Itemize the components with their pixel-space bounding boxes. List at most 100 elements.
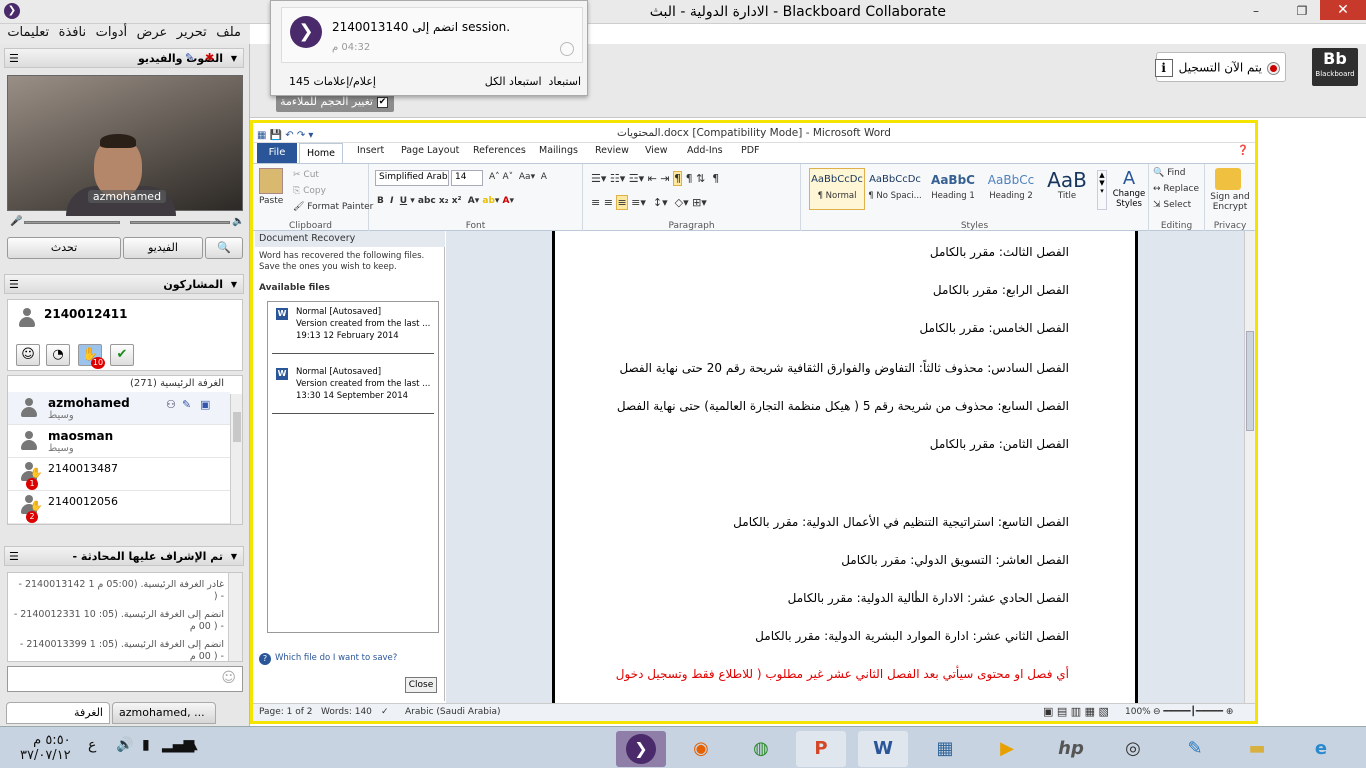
tab-pdf[interactable]: PDF bbox=[741, 145, 760, 156]
speaker-volume-slider[interactable] bbox=[130, 221, 230, 224]
grow-shrink-font-buttons[interactable]: A˄ A˅ Aa▾ A bbox=[489, 172, 547, 182]
emoticon-picker-icon[interactable]: ☺ bbox=[221, 670, 236, 686]
participant-row[interactable]: ✋ 2 2140012056 bbox=[8, 491, 230, 524]
paste-button[interactable]: Paste bbox=[259, 196, 283, 206]
recovered-file-item[interactable]: W Normal [Autosaved] Version created fro… bbox=[272, 364, 434, 414]
tab-file[interactable]: File bbox=[257, 143, 297, 163]
volume-icon[interactable]: 🔊 bbox=[116, 737, 133, 753]
styles-scroll[interactable]: ▲ ▼ ▾ bbox=[1097, 170, 1107, 210]
control-panel-icon[interactable]: ▦ bbox=[920, 731, 970, 767]
language-indicator[interactable]: Arabic (Saudi Arabia) bbox=[405, 707, 501, 717]
panel-menu-icon[interactable]: ☰ bbox=[9, 278, 19, 291]
document-scrollbar[interactable] bbox=[1244, 231, 1255, 703]
audio-video-header[interactable]: ▼ الصوت والفيديو ☰ ✎ ✱ bbox=[4, 48, 244, 68]
word-icon[interactable]: W bbox=[858, 731, 908, 767]
recording-indicator[interactable]: يتم الآن التسجيل i bbox=[1154, 52, 1286, 82]
find-button[interactable]: 🔍 Find bbox=[1153, 168, 1186, 178]
step-away-button[interactable]: ◔ bbox=[46, 344, 70, 366]
font-size-select[interactable]: 14 bbox=[451, 170, 483, 186]
format-painter-button[interactable]: 🖌 Format Painter bbox=[293, 202, 373, 212]
format-buttons[interactable]: B I U ▾ abc x₂ x² A▾ ab▾ A▾ bbox=[377, 196, 514, 206]
page-indicator[interactable]: Page: 1 of 2 bbox=[259, 707, 313, 717]
list-buttons[interactable]: ☰▾ ☷▾ ☲▾ ⇤ ⇥ ¶ ¶ ⇅ ¶ bbox=[591, 171, 719, 186]
style-title[interactable]: AaB Title bbox=[1041, 168, 1093, 210]
proofing-icon[interactable]: ✓ bbox=[381, 707, 389, 717]
participant-scrollbar[interactable] bbox=[230, 394, 242, 524]
exclude-all-button[interactable]: استبعاد الكل bbox=[485, 75, 542, 88]
language-indicator[interactable]: ع bbox=[88, 737, 96, 753]
chat-scrollbar[interactable] bbox=[228, 573, 242, 661]
participant-row[interactable]: maosman وسيط bbox=[8, 425, 230, 458]
style-normal[interactable]: AaBbCcDc ¶ Normal bbox=[809, 168, 865, 210]
tool-icon[interactable]: ✎ bbox=[1170, 731, 1220, 767]
tab-insert[interactable]: Insert bbox=[357, 145, 384, 156]
firefox-icon[interactable]: ◉ bbox=[676, 731, 726, 767]
checkbox-icon[interactable]: ✔ bbox=[377, 96, 388, 108]
participants-header[interactable]: ▼ المشاركون ☰ bbox=[4, 274, 244, 294]
hp-icon[interactable]: hp bbox=[1046, 731, 1096, 767]
help-icon[interactable]: ❓ bbox=[1237, 145, 1249, 156]
video-settings-icon[interactable]: ✱ bbox=[205, 51, 214, 64]
collapse-arrow-icon[interactable]: ▼ bbox=[231, 280, 237, 289]
menu-help[interactable]: تعليمات bbox=[4, 24, 52, 41]
document-page[interactable]: الفصل الثالث: مقرر بالكامل الفصل الرابع: … bbox=[552, 231, 1138, 703]
panel-menu-icon[interactable]: ☰ bbox=[9, 52, 19, 65]
media-center-icon[interactable]: ◎ bbox=[1108, 731, 1158, 767]
battery-icon[interactable]: ▮ bbox=[142, 737, 150, 753]
chrome-icon[interactable]: ◍ bbox=[736, 731, 786, 767]
tab-references[interactable]: References bbox=[473, 145, 526, 156]
recovery-close-button[interactable]: Close bbox=[405, 677, 437, 693]
participant-row[interactable]: azmohamed وسيط ⚇ ✎ ▣ bbox=[8, 392, 230, 425]
collapse-arrow-icon[interactable]: ▼ bbox=[231, 552, 237, 561]
menu-view[interactable]: عرض bbox=[134, 24, 171, 41]
replace-button[interactable]: ↔ Replace bbox=[1153, 184, 1199, 194]
taskbar-clock[interactable]: ٥:٥٠ م ٣٧/٠٧/١٢ bbox=[20, 733, 71, 763]
info-icon[interactable]: i bbox=[1154, 59, 1173, 77]
alignment-buttons[interactable]: ≡ ≡ ≡ ≡▾ ↕▾ ◇▾ ⊞▾ bbox=[591, 195, 707, 210]
zoom-level[interactable]: 100% bbox=[1125, 707, 1151, 717]
collapse-arrow-icon[interactable]: ▼ bbox=[231, 54, 237, 63]
help-link[interactable]: ? Which file do I want to save? bbox=[259, 653, 441, 665]
change-styles-button[interactable]: A Change Styles bbox=[1111, 168, 1147, 209]
tab-add-ins[interactable]: Add-Ins bbox=[687, 145, 723, 156]
tab-mailings[interactable]: Mailings bbox=[539, 145, 578, 156]
menu-file[interactable]: ملف bbox=[213, 24, 244, 41]
notification-card[interactable]: ❯ 2140013140 انضم إلى session. 04:32 م bbox=[281, 7, 583, 63]
media-player-icon[interactable]: ▶ bbox=[982, 731, 1032, 767]
tab-room[interactable]: الغرفة bbox=[6, 702, 110, 724]
tab-home[interactable]: Home bbox=[299, 143, 343, 164]
chat-header[interactable]: ▼ تم الإشراف عليها المحادثة - ☰ bbox=[4, 546, 244, 566]
copy-button[interactable]: ⎘ Copy bbox=[293, 186, 326, 196]
tab-view[interactable]: View bbox=[645, 145, 668, 156]
view-buttons[interactable]: ▣ ▤ ▥ ▦ ▧ bbox=[1043, 705, 1109, 718]
show-hidden-icons[interactable]: ▲ bbox=[190, 741, 198, 752]
participant-row[interactable]: ✋ 1 2140013487 bbox=[8, 458, 230, 491]
folder-icon[interactable]: ▬ bbox=[1232, 731, 1282, 767]
audio-setup-icon[interactable]: ✎ bbox=[185, 51, 194, 64]
font-name-select[interactable]: Simplified Arabi bbox=[375, 170, 449, 186]
chat-input[interactable]: ☺ bbox=[7, 666, 243, 692]
paste-icon[interactable] bbox=[259, 168, 283, 194]
style-heading-2[interactable]: AaBbCc Heading 2 bbox=[983, 168, 1039, 210]
scroll-thumb[interactable] bbox=[233, 412, 241, 442]
zoom-slider[interactable]: ⊖ ━━━━━┃━━━━━ ⊕ bbox=[1153, 707, 1233, 717]
powerpoint-icon[interactable]: P bbox=[796, 731, 846, 767]
style-heading-1[interactable]: AaBbC Heading 1 bbox=[925, 168, 981, 210]
cut-button[interactable]: ✂ Cut bbox=[293, 170, 319, 180]
internet-explorer-icon[interactable]: e bbox=[1296, 731, 1346, 767]
sign-encrypt-button[interactable]: Sign and Encrypt bbox=[1207, 192, 1253, 212]
sign-encrypt-icon[interactable] bbox=[1215, 168, 1241, 190]
recovered-file-item[interactable]: W Normal [Autosaved] Version created fro… bbox=[272, 304, 434, 354]
restore-button[interactable]: ❐ bbox=[1288, 2, 1316, 20]
video-button[interactable]: الفيديو bbox=[123, 237, 203, 259]
menu-tools[interactable]: أدوات bbox=[93, 24, 131, 41]
scroll-thumb[interactable] bbox=[1246, 331, 1254, 431]
bb-collaborate-taskbar-icon[interactable]: ❯ bbox=[616, 731, 666, 767]
minimize-button[interactable]: – bbox=[1242, 2, 1270, 20]
menu-window[interactable]: نافذة bbox=[56, 24, 89, 41]
emoticon-button[interactable]: ☺ bbox=[16, 344, 40, 366]
raise-hand-button[interactable]: ✋ 10 bbox=[78, 344, 105, 369]
video-preview-button[interactable]: 🔍 bbox=[205, 237, 243, 259]
tab-review[interactable]: Review bbox=[595, 145, 629, 156]
panel-menu-icon[interactable]: ☰ bbox=[9, 550, 19, 563]
